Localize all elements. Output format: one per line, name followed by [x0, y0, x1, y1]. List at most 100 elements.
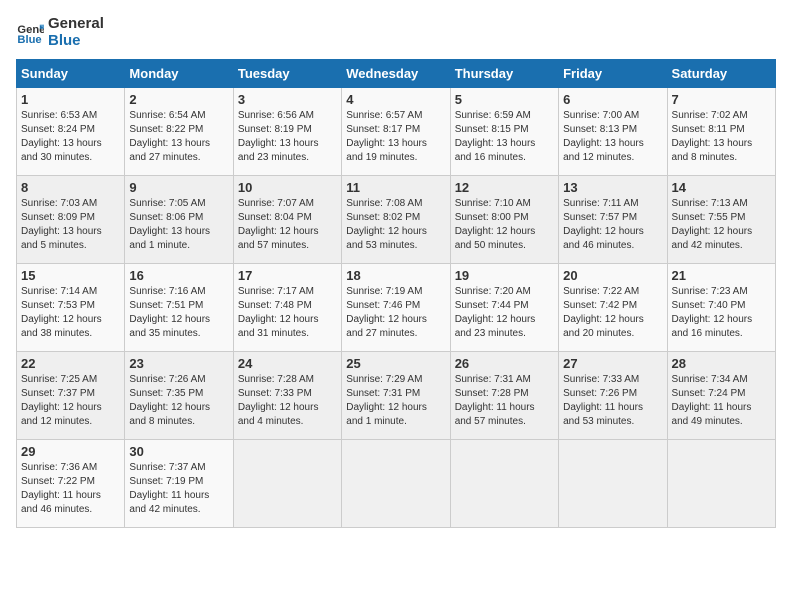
calendar-cell	[450, 440, 558, 528]
day-number: 5	[455, 92, 554, 107]
calendar-cell: 10 Sunrise: 7:07 AM Sunset: 8:04 PM Dayli…	[233, 176, 341, 264]
calendar-cell: 30 Sunrise: 7:37 AM Sunset: 7:19 PM Dayli…	[125, 440, 233, 528]
calendar-cell: 19 Sunrise: 7:20 AM Sunset: 7:44 PM Dayli…	[450, 264, 558, 352]
day-number: 19	[455, 268, 554, 283]
day-number: 8	[21, 180, 120, 195]
calendar-cell: 14Sunrise: 7:13 AM Sunset: 7:55 PM Dayli…	[667, 176, 775, 264]
col-header-friday: Friday	[559, 60, 667, 88]
day-number: 22	[21, 356, 120, 371]
day-number: 25	[346, 356, 445, 371]
calendar-cell	[342, 440, 450, 528]
calendar-week-5: 29 Sunrise: 7:36 AM Sunset: 7:22 PM Dayli…	[17, 440, 776, 528]
day-number: 27	[563, 356, 662, 371]
calendar-cell: 16 Sunrise: 7:16 AM Sunset: 7:51 PM Dayli…	[125, 264, 233, 352]
calendar-cell	[667, 440, 775, 528]
calendar-header-row: SundayMondayTuesdayWednesdayThursdayFrid…	[17, 60, 776, 88]
calendar-cell: 29 Sunrise: 7:36 AM Sunset: 7:22 PM Dayli…	[17, 440, 125, 528]
day-info: Sunrise: 7:03 AM Sunset: 8:09 PM Dayligh…	[21, 197, 120, 253]
day-info: Sunrise: 7:05 AM Sunset: 8:06 PM Dayligh…	[129, 197, 228, 253]
day-number: 30	[129, 444, 228, 459]
day-number: 24	[238, 356, 337, 371]
calendar-cell: 22 Sunrise: 7:25 AM Sunset: 7:37 PM Dayli…	[17, 352, 125, 440]
calendar-cell: 15 Sunrise: 7:14 AM Sunset: 7:53 PM Dayli…	[17, 264, 125, 352]
calendar-cell: 2 Sunrise: 6:54 AM Sunset: 8:22 PM Daylig…	[125, 88, 233, 176]
day-number: 29	[21, 444, 120, 459]
day-number: 15	[21, 268, 120, 283]
day-number: 9	[129, 180, 228, 195]
logo: General Blue General Blue	[16, 16, 104, 49]
day-info: Sunrise: 7:20 AM Sunset: 7:44 PM Dayligh…	[455, 285, 554, 341]
calendar-cell: 3 Sunrise: 6:56 AM Sunset: 8:19 PM Daylig…	[233, 88, 341, 176]
day-info: Sunrise: 6:54 AM Sunset: 8:22 PM Dayligh…	[129, 109, 228, 165]
day-info: Sunrise: 7:33 AM Sunset: 7:26 PM Dayligh…	[563, 373, 662, 429]
day-info: Sunrise: 7:16 AM Sunset: 7:51 PM Dayligh…	[129, 285, 228, 341]
day-number: 12	[455, 180, 554, 195]
col-header-wednesday: Wednesday	[342, 60, 450, 88]
day-info: Sunrise: 7:17 AM Sunset: 7:48 PM Dayligh…	[238, 285, 337, 341]
calendar-cell: 18Sunrise: 7:19 AM Sunset: 7:46 PM Dayli…	[342, 264, 450, 352]
day-info: Sunrise: 7:19 AM Sunset: 7:46 PM Dayligh…	[346, 285, 445, 341]
calendar-cell: 5 Sunrise: 6:59 AM Sunset: 8:15 PM Daylig…	[450, 88, 558, 176]
calendar-cell: 4Sunrise: 6:57 AM Sunset: 8:17 PM Daylig…	[342, 88, 450, 176]
day-info: Sunrise: 7:36 AM Sunset: 7:22 PM Dayligh…	[21, 461, 120, 517]
calendar-cell: 11Sunrise: 7:08 AM Sunset: 8:02 PM Dayli…	[342, 176, 450, 264]
day-info: Sunrise: 7:11 AM Sunset: 7:57 PM Dayligh…	[563, 197, 662, 253]
calendar-cell: 21 Sunrise: 7:23 AM Sunset: 7:40 PM Dayli…	[667, 264, 775, 352]
logo-blue: Blue	[48, 33, 104, 50]
calendar-cell: 7Sunrise: 7:02 AM Sunset: 8:11 PM Daylig…	[667, 88, 775, 176]
logo-general: General	[48, 16, 104, 33]
day-info: Sunrise: 7:25 AM Sunset: 7:37 PM Dayligh…	[21, 373, 120, 429]
calendar-cell: 17Sunrise: 7:17 AM Sunset: 7:48 PM Dayli…	[233, 264, 341, 352]
day-info: Sunrise: 7:37 AM Sunset: 7:19 PM Dayligh…	[129, 461, 228, 517]
calendar-week-1: 1Sunrise: 6:53 AM Sunset: 8:24 PM Daylig…	[17, 88, 776, 176]
calendar-table: SundayMondayTuesdayWednesdayThursdayFrid…	[16, 59, 776, 528]
col-header-thursday: Thursday	[450, 60, 558, 88]
calendar-cell: 6Sunrise: 7:00 AM Sunset: 8:13 PM Daylig…	[559, 88, 667, 176]
col-header-tuesday: Tuesday	[233, 60, 341, 88]
page-header: General Blue General Blue	[16, 16, 776, 49]
calendar-cell: 25 Sunrise: 7:29 AM Sunset: 7:31 PM Dayli…	[342, 352, 450, 440]
day-number: 3	[238, 92, 337, 107]
day-number: 28	[672, 356, 771, 371]
day-info: Sunrise: 6:56 AM Sunset: 8:19 PM Dayligh…	[238, 109, 337, 165]
day-number: 26	[455, 356, 554, 371]
svg-text:Blue: Blue	[17, 33, 41, 45]
calendar-cell: 1Sunrise: 6:53 AM Sunset: 8:24 PM Daylig…	[17, 88, 125, 176]
day-number: 23	[129, 356, 228, 371]
day-number: 10	[238, 180, 337, 195]
col-header-monday: Monday	[125, 60, 233, 88]
day-info: Sunrise: 7:23 AM Sunset: 7:40 PM Dayligh…	[672, 285, 771, 341]
day-number: 16	[129, 268, 228, 283]
day-info: Sunrise: 7:07 AM Sunset: 8:04 PM Dayligh…	[238, 197, 337, 253]
calendar-week-2: 8 Sunrise: 7:03 AM Sunset: 8:09 PM Daylig…	[17, 176, 776, 264]
day-info: Sunrise: 7:14 AM Sunset: 7:53 PM Dayligh…	[21, 285, 120, 341]
col-header-sunday: Sunday	[17, 60, 125, 88]
calendar-week-3: 15 Sunrise: 7:14 AM Sunset: 7:53 PM Dayli…	[17, 264, 776, 352]
day-number: 14	[672, 180, 771, 195]
calendar-cell: 24Sunrise: 7:28 AM Sunset: 7:33 PM Dayli…	[233, 352, 341, 440]
day-number: 11	[346, 180, 445, 195]
day-info: Sunrise: 7:34 AM Sunset: 7:24 PM Dayligh…	[672, 373, 771, 429]
calendar-cell: 12 Sunrise: 7:10 AM Sunset: 8:00 PM Dayli…	[450, 176, 558, 264]
day-number: 20	[563, 268, 662, 283]
calendar-cell: 13 Sunrise: 7:11 AM Sunset: 7:57 PM Dayli…	[559, 176, 667, 264]
day-number: 13	[563, 180, 662, 195]
day-number: 6	[563, 92, 662, 107]
calendar-cell: 23 Sunrise: 7:26 AM Sunset: 7:35 PM Dayli…	[125, 352, 233, 440]
day-info: Sunrise: 7:26 AM Sunset: 7:35 PM Dayligh…	[129, 373, 228, 429]
day-number: 7	[672, 92, 771, 107]
day-number: 2	[129, 92, 228, 107]
day-number: 21	[672, 268, 771, 283]
day-info: Sunrise: 6:59 AM Sunset: 8:15 PM Dayligh…	[455, 109, 554, 165]
calendar-week-4: 22 Sunrise: 7:25 AM Sunset: 7:37 PM Dayli…	[17, 352, 776, 440]
day-info: Sunrise: 7:31 AM Sunset: 7:28 PM Dayligh…	[455, 373, 554, 429]
day-number: 4	[346, 92, 445, 107]
day-info: Sunrise: 7:10 AM Sunset: 8:00 PM Dayligh…	[455, 197, 554, 253]
calendar-cell: 27 Sunrise: 7:33 AM Sunset: 7:26 PM Dayli…	[559, 352, 667, 440]
calendar-cell: 8 Sunrise: 7:03 AM Sunset: 8:09 PM Daylig…	[17, 176, 125, 264]
col-header-saturday: Saturday	[667, 60, 775, 88]
calendar-cell	[233, 440, 341, 528]
day-info: Sunrise: 7:29 AM Sunset: 7:31 PM Dayligh…	[346, 373, 445, 429]
day-info: Sunrise: 6:53 AM Sunset: 8:24 PM Dayligh…	[21, 109, 120, 165]
calendar-cell: 20Sunrise: 7:22 AM Sunset: 7:42 PM Dayli…	[559, 264, 667, 352]
